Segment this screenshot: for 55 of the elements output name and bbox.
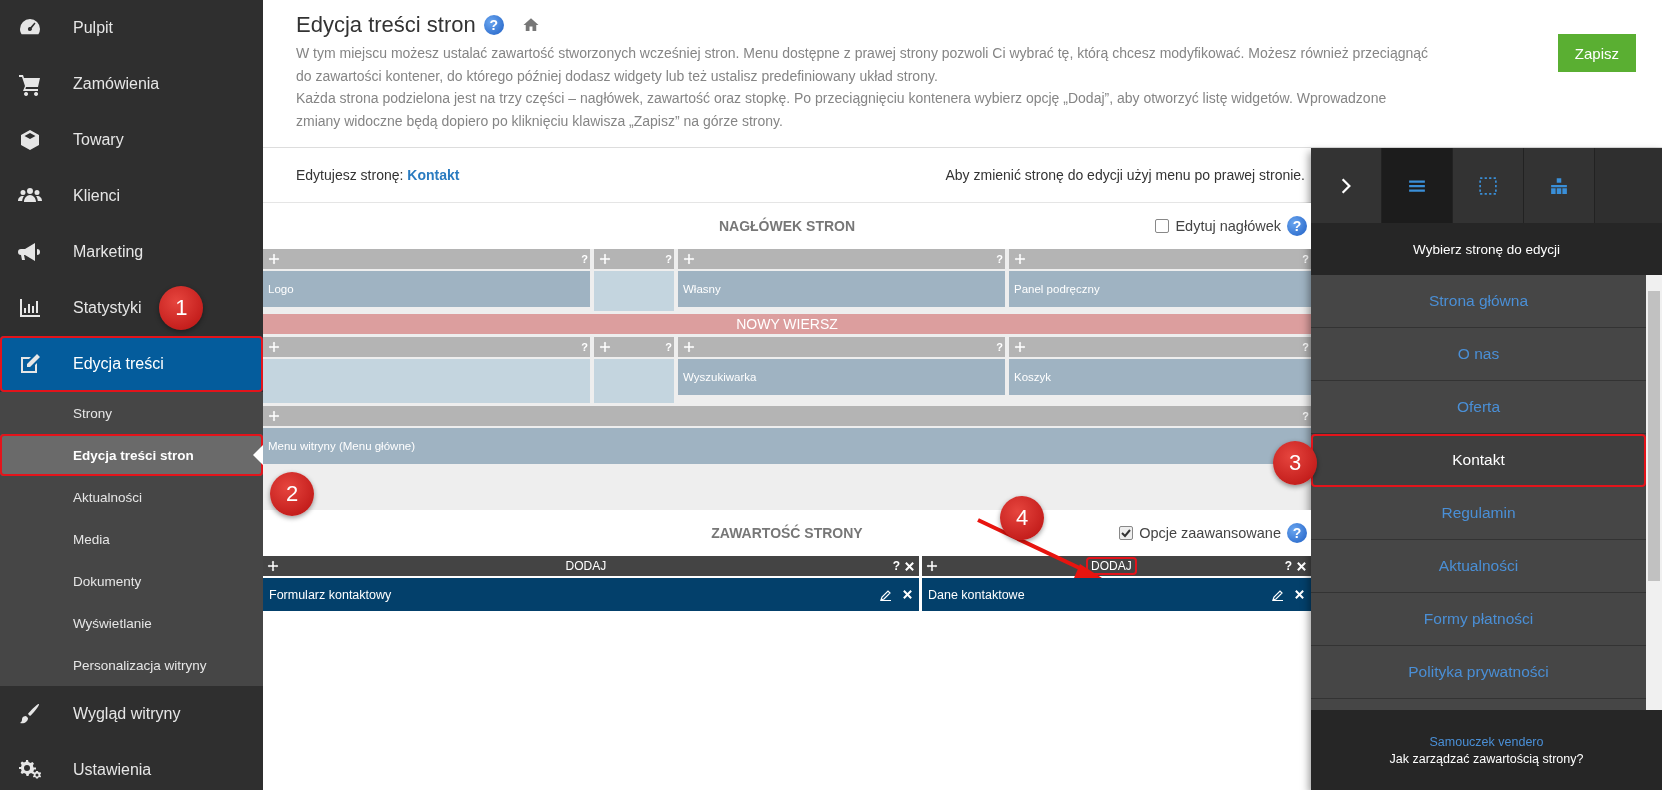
editing-hint: Aby zmienić stronę do edycji użyj menu po prawej stronie.	[945, 167, 1305, 183]
container-handle-bar[interactable]: ?	[594, 249, 674, 269]
container-handle-bar[interactable]: ?	[263, 249, 590, 269]
step-badge: 1	[159, 286, 204, 330]
container-handle-bar[interactable]: DODAJ ?	[263, 556, 919, 576]
help-icon[interactable]: ?	[1287, 523, 1307, 543]
widget-block[interactable]: Własny	[678, 271, 1005, 307]
section-title: NAGŁÓWEK STRON	[718, 218, 856, 234]
footer-text: Jak zarządzać zawartością strony?	[1389, 751, 1584, 766]
submenu-item[interactable]: Aktualności	[0, 476, 263, 518]
edit-header-checkbox[interactable]: Edytuj nagłówek	[1155, 218, 1281, 234]
container-handle-bar[interactable]: ?	[263, 337, 590, 357]
sidebar-item[interactable]: Ustawienia	[0, 742, 263, 790]
sidebar-item[interactable]: Edycja treści	[0, 336, 263, 392]
container-handle-bar[interactable]: ?	[678, 337, 1005, 357]
submenu-item[interactable]: Personalizacja witryny	[0, 644, 263, 686]
sidebar-item[interactable]: Pulpit	[0, 0, 263, 56]
add-link[interactable]: DODAJ	[279, 558, 893, 574]
add-link[interactable]: DODAJ	[1087, 558, 1136, 574]
container-handle-bar[interactable]: ?	[1009, 337, 1311, 357]
widget-block[interactable]: Panel podręczny	[1009, 271, 1311, 307]
container-handle-bar[interactable]: ?	[1009, 249, 1311, 269]
widget-block[interactable]: Logo	[263, 271, 590, 307]
widget-bar[interactable]: Dane kontaktowe	[922, 578, 1311, 611]
sidebar-item[interactable]: Towary	[0, 112, 263, 168]
sidebar-item[interactable]: Marketing	[0, 224, 263, 280]
advanced-options-checkbox[interactable]: Opcje zaawansowane	[1119, 525, 1281, 541]
help-icon[interactable]: ?	[1287, 216, 1307, 236]
submenu-item[interactable]: Strony	[0, 392, 263, 434]
container-handle-bar[interactable]: ?	[263, 406, 1311, 426]
submenu-item[interactable]: Edycja treści stron	[0, 434, 263, 476]
container-handle-bar[interactable]: ?	[678, 249, 1005, 269]
widget-bar[interactable]: Formularz kontaktowy	[263, 578, 919, 611]
description-text: W tym miejscu możesz ustalać zawartość stworzonych wcześniej stron. Menu dostępne z prawej strony pozwoli Ci wybrać tę, którą chcesz modyfikować. Możesz również przeciągnąć do zawartości kontener, do którego później dodasz widgety lub też ustalisz predefiniowany układ strony.	[296, 44, 1430, 86]
submenu-item[interactable]: Media	[0, 518, 263, 560]
tutorial-link[interactable]: Samouczek vendero	[1429, 734, 1544, 749]
widget-block[interactable]: Wyszukiwarka	[678, 359, 1005, 395]
sidebar-item[interactable]: Statystyki 1	[0, 280, 263, 336]
editing-label: Edytujesz stronę: Kontakt	[296, 167, 460, 183]
panel-title: Wybierz stronę do edycji	[1311, 223, 1662, 275]
sidebar-item[interactable]: Zamówienia	[0, 56, 263, 112]
help-icon[interactable]: ?	[483, 15, 504, 35]
submenu-item[interactable]: Dokumenty	[0, 560, 263, 602]
description-text: Każda strona podzielona jest na trzy części – nagłówek, zawartość oraz stopkę. Po przeciągnięciu kontenera wybierz opcję „Dodaj”, aby otworzyć listę widgetów. Wprowadzone zmiany widoczne będą dopiero po kliknięciu klawisza „Zapisz” na górze strony.	[296, 89, 1388, 131]
widget-block[interactable]: Koszyk	[1009, 359, 1311, 395]
new-row-bar[interactable]: NOWY WIERSZ	[263, 314, 1311, 334]
submenu-item[interactable]: Wyświetlanie	[0, 602, 263, 644]
container-handle-bar[interactable]: DODAJ ?	[922, 556, 1311, 576]
section-title: ZAWARTOŚĆ STRONY	[711, 525, 863, 541]
page-list-item[interactable]: Kontakt	[1311, 434, 1646, 487]
sidebar-item[interactable]: Klienci	[0, 168, 263, 224]
sidebar-item[interactable]: Wygląd witryny	[0, 686, 263, 742]
container-handle-bar[interactable]: ?	[594, 337, 674, 357]
page-title: Edycja treści stron	[296, 12, 476, 38]
save-button[interactable]: Zapisz	[1557, 34, 1636, 72]
